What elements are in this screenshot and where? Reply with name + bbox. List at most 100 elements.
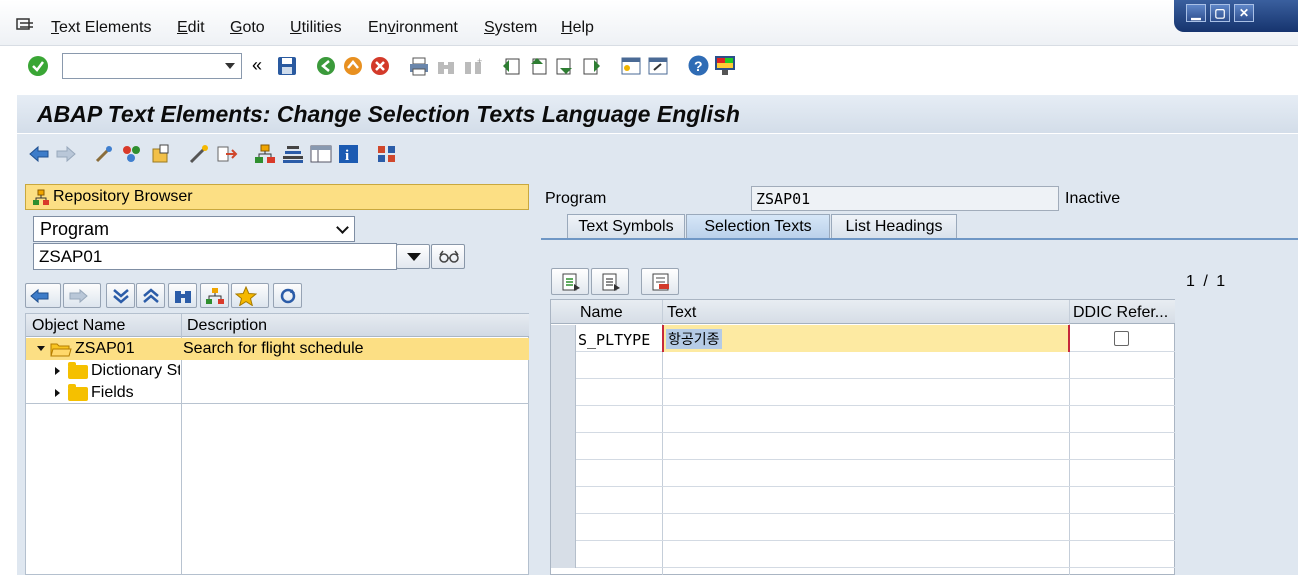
sort-icon[interactable] (376, 144, 398, 164)
references-button[interactable] (591, 268, 629, 295)
new-session-icon[interactable] (621, 56, 641, 76)
expand-button[interactable] (106, 283, 135, 308)
close-button[interactable]: ✕ (1234, 4, 1254, 22)
cancel-icon[interactable] (370, 56, 390, 76)
menu-text-elements[interactable]: Text Elements (51, 19, 151, 37)
ddic-reference-checkbox[interactable] (1114, 331, 1129, 346)
selection-text-input[interactable]: 항공기종 (662, 325, 1070, 352)
row-selector[interactable] (551, 406, 576, 433)
tab-text-symbols[interactable]: Text Symbols (567, 214, 685, 239)
customize-layout-icon[interactable] (714, 55, 736, 76)
column-header-text[interactable]: Text (667, 304, 696, 322)
details-button[interactable] (551, 268, 589, 295)
table-row[interactable] (551, 514, 1175, 541)
favorites-button[interactable] (231, 283, 269, 308)
forward-arrow-icon (56, 145, 76, 163)
save-icon[interactable] (277, 56, 297, 76)
tab-selection-texts[interactable]: Selection Texts (686, 214, 830, 239)
active-inactive-icon[interactable] (121, 144, 143, 164)
collapse-icon[interactable]: « (252, 55, 262, 76)
back-icon[interactable] (316, 56, 336, 76)
hierarchy-icon[interactable] (254, 144, 276, 164)
expand-icon (113, 289, 129, 304)
row-selector[interactable] (551, 433, 576, 460)
expand-triangle-icon[interactable] (55, 367, 60, 375)
menu-edit[interactable]: Edit (177, 19, 205, 37)
minimize-button[interactable]: ▁ (1186, 4, 1206, 22)
tree-item-label: Fields (91, 384, 134, 401)
menu-utilities[interactable]: Utilities (290, 19, 342, 37)
menu-goto[interactable]: Goto (230, 19, 265, 37)
magic-wand-icon[interactable] (188, 144, 210, 164)
next-page-icon[interactable] (555, 56, 575, 76)
expand-triangle-icon[interactable] (55, 389, 60, 397)
program-field: ZSAP01 (751, 186, 1059, 211)
display-change-icon[interactable] (94, 144, 116, 164)
column-header-object-name[interactable]: Object Name (32, 317, 125, 335)
tree-row-zsap01[interactable]: ZSAP01 Search for flight schedule (26, 338, 529, 360)
row-selector[interactable] (551, 352, 576, 379)
maximize-button[interactable]: ▢ (1210, 4, 1230, 22)
print-icon[interactable] (409, 56, 429, 76)
object-list-dropdown-button[interactable] (396, 244, 430, 269)
repository-browser-icon (33, 189, 49, 205)
chevron-down-icon[interactable] (225, 63, 235, 69)
row-selector[interactable] (551, 460, 576, 487)
column-header-name[interactable]: Name (580, 304, 623, 322)
object-name-input[interactable]: ZSAP01 (33, 243, 397, 270)
row-selector[interactable] (551, 325, 576, 352)
first-page-icon[interactable] (501, 56, 521, 76)
row-selector[interactable] (551, 514, 576, 541)
menu-environment[interactable]: Environment (368, 19, 458, 37)
table-row[interactable] (551, 433, 1175, 460)
refresh-button[interactable] (273, 283, 302, 308)
tree-row-dictionary-structures[interactable]: Dictionary St (26, 360, 529, 382)
page-title: ABAP Text Elements: Change Selection Tex… (37, 101, 740, 127)
help-icon[interactable]: ? (688, 55, 709, 76)
stack-icon[interactable] (282, 144, 304, 164)
tree-row-fields[interactable]: Fields (26, 382, 529, 404)
previous-object-button[interactable] (25, 283, 61, 308)
row-selector[interactable] (551, 379, 576, 406)
info-icon[interactable]: i (338, 144, 360, 164)
refresh-icon (280, 288, 296, 304)
title-bar: ABAP Text Elements: Change Selection Tex… (17, 95, 1298, 133)
delete-row-button[interactable] (641, 268, 679, 295)
tree-item-label: Dictionary St (91, 362, 180, 379)
last-page-icon[interactable] (582, 56, 602, 76)
previous-page-icon[interactable] (528, 56, 548, 76)
collapse-triangle-icon[interactable] (37, 346, 45, 351)
table-row[interactable] (551, 460, 1175, 487)
menu-system[interactable]: System (484, 19, 537, 37)
hierarchy-button[interactable] (200, 283, 229, 308)
layout-icon[interactable] (310, 144, 332, 164)
table-row[interactable] (551, 406, 1175, 433)
activate-icon[interactable] (150, 144, 172, 164)
find-button[interactable] (168, 283, 197, 308)
table-row[interactable] (551, 541, 1175, 568)
table-row[interactable] (551, 352, 1175, 379)
command-field[interactable] (62, 53, 242, 79)
details-icon (562, 273, 580, 291)
menu-icon[interactable] (16, 18, 34, 34)
transfer-icon[interactable] (216, 144, 238, 164)
back-arrow-icon[interactable] (29, 145, 49, 163)
column-header-ddic-reference[interactable]: DDIC Refer... (1073, 304, 1168, 322)
object-type-dropdown[interactable]: Program (33, 216, 355, 242)
exit-icon[interactable] (343, 56, 363, 76)
row-selector[interactable] (551, 487, 576, 514)
column-header-description[interactable]: Description (187, 317, 267, 335)
svg-text:+: + (477, 56, 482, 66)
window-controls: ▁ ▢ ✕ (1174, 0, 1298, 32)
display-button[interactable] (431, 244, 465, 269)
collapse-button[interactable] (136, 283, 165, 308)
open-folder-icon (50, 343, 72, 357)
tab-list-headings[interactable]: List Headings (831, 214, 957, 239)
enter-icon[interactable] (27, 55, 49, 77)
row-selector[interactable] (551, 541, 576, 568)
menu-help[interactable]: Help (561, 19, 594, 37)
shortcut-icon[interactable] (648, 56, 668, 76)
table-row[interactable] (551, 487, 1175, 514)
table-row[interactable] (551, 379, 1175, 406)
svg-text:?: ? (694, 58, 703, 74)
